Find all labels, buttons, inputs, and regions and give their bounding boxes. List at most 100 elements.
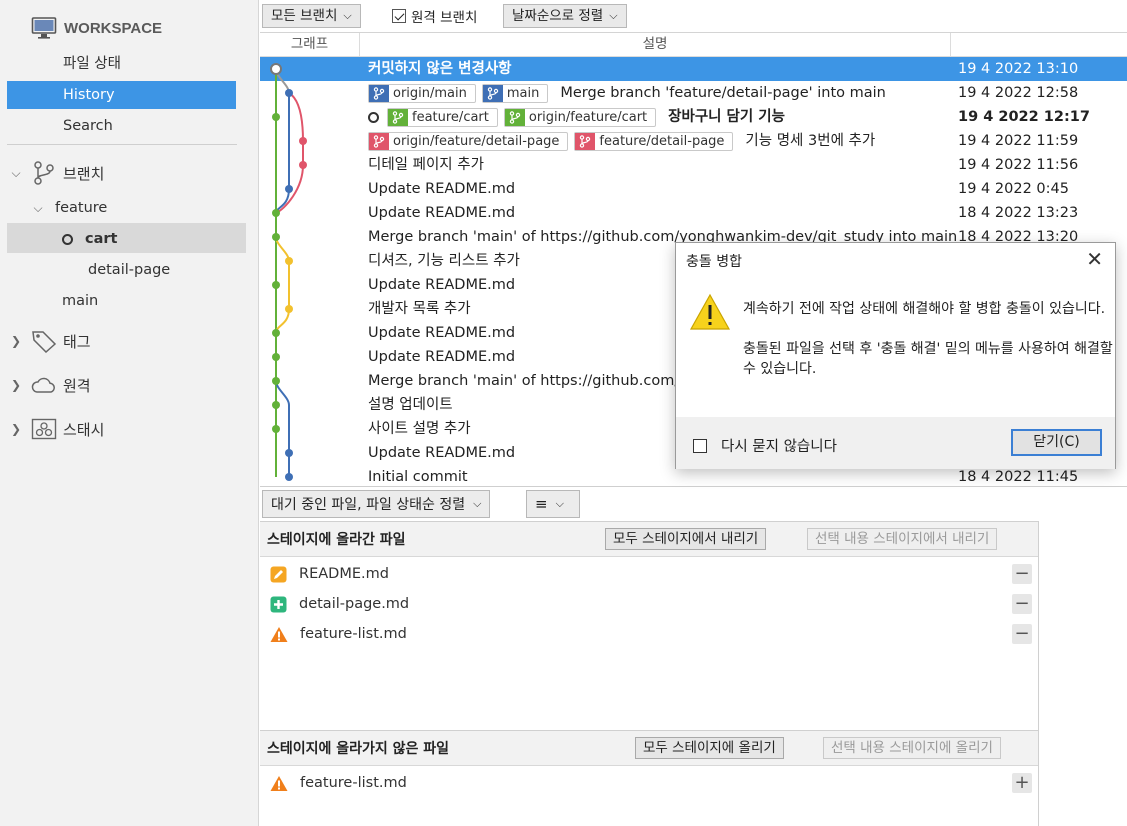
commit-message: 개발자 목록 추가 [368, 301, 471, 317]
conflict-icon [270, 626, 288, 643]
sidebar-item-history[interactable]: History [7, 81, 236, 109]
branch-tag[interactable]: origin/main [368, 83, 476, 103]
stage-file-button[interactable]: + [1012, 773, 1032, 793]
commit-node [299, 161, 307, 169]
commit-date: 19 4 2022 13:10 [958, 61, 1079, 77]
sidebar-item-search[interactable]: Search [7, 112, 236, 140]
sidebar-group-remotes[interactable]: ❯ 원격 [7, 370, 247, 400]
stage-all-button[interactable]: 모두 스테이지에 올리기 [635, 737, 784, 759]
file-name: feature-list.md [300, 626, 407, 642]
branch-tag[interactable]: feature/detail-page [574, 131, 734, 151]
remote-branch-label: 원격 브랜치 [411, 10, 478, 26]
branch-tag[interactable]: main [481, 83, 549, 103]
branch-folder-label: feature [55, 200, 108, 216]
branch-item-detail-page[interactable]: detail-page [88, 255, 170, 285]
commit-row[interactable]: origin/main main Merge branch 'feature/det… [260, 81, 1127, 105]
commit-description: Update README.md [368, 273, 515, 297]
commit-row[interactable]: Update README.md 19 4 2022 0:45 [260, 177, 1127, 201]
cloud-icon [31, 372, 57, 398]
checkbox-unchecked-icon[interactable] [693, 438, 707, 453]
column-header-date[interactable] [951, 33, 1127, 57]
unstage-all-button[interactable]: 모두 스테이지에서 내리기 [605, 528, 767, 550]
commit-message: 커밋하지 않은 변경사항 [368, 61, 512, 77]
branch-folder-feature[interactable]: ⌵ feature [30, 193, 270, 223]
commit-node [285, 473, 293, 481]
chevron-down-icon: ⌵ [609, 9, 618, 22]
dont-ask-checkbox[interactable]: 다시 묻지 않습니다 [693, 435, 837, 456]
commit-row[interactable]: feature/cart origin/feature/cart 장바구니 담기 기… [260, 105, 1127, 129]
branch-tag[interactable]: origin/feature/detail-page [368, 131, 569, 151]
unstage-file-button[interactable]: − [1012, 624, 1032, 644]
view-mode-dropdown[interactable]: ≡ ⌵ [526, 490, 580, 518]
close-icon[interactable]: ✕ [1086, 247, 1103, 271]
added-icon [270, 596, 287, 613]
commit-node [272, 233, 280, 241]
commit-description: 커밋하지 않은 변경사항 [368, 57, 512, 81]
branch-tag-label: feature/detail-page [599, 133, 725, 149]
remote-branch-checkbox[interactable]: 원격 브랜치 [392, 6, 477, 26]
sidebar-divider [7, 144, 237, 145]
commit-node [285, 185, 293, 193]
commit-date: 19 4 2022 12:17 [958, 109, 1090, 125]
warning-icon [689, 293, 731, 330]
branch-item-main[interactable]: main [62, 286, 98, 316]
branch-tag[interactable]: origin/feature/cart [503, 107, 657, 127]
tag-icon [31, 328, 57, 354]
chevron-right-icon[interactable]: ❯ [7, 422, 25, 436]
sort-order-dropdown[interactable]: 날짜순으로 정렬 ⌵ [503, 4, 627, 28]
commit-description: Initial commit [368, 465, 468, 486]
commit-date: 18 4 2022 13:23 [958, 205, 1079, 221]
list-icon: ≡ [535, 495, 548, 513]
dialog-footer: 다시 묻지 않습니다 닫기(C) [676, 417, 1115, 469]
dialog-close-button[interactable]: 닫기(C) [1011, 429, 1102, 456]
column-header-graph[interactable]: 그래프 [260, 33, 360, 57]
branch-tag-label: feature/cart [412, 109, 489, 125]
file-row[interactable]: README.md [270, 562, 389, 586]
branch-tag-label: main [506, 85, 540, 101]
file-row[interactable]: detail-page.md [270, 592, 409, 616]
commit-row[interactable]: origin/feature/detail-page feature/detail… [260, 129, 1127, 153]
file-row[interactable]: feature-list.md [270, 622, 407, 646]
commit-node [272, 377, 280, 385]
branch-selection-highlight [7, 223, 246, 253]
sidebar-group-tags[interactable]: ❯ 태그 [7, 326, 247, 356]
branch-filter-label: 모든 브랜치 [271, 8, 338, 24]
commit-row[interactable]: 커밋하지 않은 변경사항 19 4 2022 13:10 [260, 57, 1127, 81]
remotes-label: 원격 [63, 376, 91, 395]
commit-node [272, 113, 280, 121]
pane-right-border [1038, 521, 1039, 826]
chevron-down-icon[interactable]: ⌵ [7, 166, 25, 181]
commit-row[interactable]: Update README.md 18 4 2022 13:23 [260, 201, 1127, 225]
unstage-file-button[interactable]: − [1012, 594, 1032, 614]
commit-message: Update README.md [368, 205, 516, 221]
file-row[interactable]: feature-list.md [270, 771, 407, 795]
sidebar-group-branches[interactable]: ⌵ 브랜치 [7, 158, 247, 188]
unstaged-title: 스테이지에 올라가지 않은 파일 [267, 741, 450, 757]
chevron-right-icon[interactable]: ❯ [7, 334, 25, 348]
column-header-description[interactable]: 설명 [360, 33, 951, 57]
stage-selected-button[interactable]: 선택 내용 스테이지에 올리기 [823, 737, 1001, 759]
chevron-right-icon[interactable]: ❯ [7, 378, 25, 392]
checkbox-checked-icon[interactable] [392, 9, 406, 23]
branch-tag-label: origin/main [393, 85, 467, 101]
branch-item-cart[interactable]: cart [62, 224, 117, 254]
branch-tag[interactable]: feature/cart [387, 107, 498, 127]
commit-date: 19 4 2022 11:56 [958, 157, 1079, 173]
monitor-icon [31, 17, 57, 39]
commit-message: 디테일 페이지 추가 [368, 157, 484, 173]
chevron-down-icon[interactable]: ⌵ [29, 201, 47, 216]
commit-row[interactable]: 디테일 페이지 추가 19 4 2022 11:56 [260, 153, 1127, 177]
commit-message: 디셔즈, 기능 리스트 추가 [368, 253, 520, 269]
unstage-selected-button[interactable]: 선택 내용 스테이지에서 내리기 [807, 528, 998, 550]
branch-tag-label: origin/feature/detail-page [393, 133, 560, 149]
commit-message: Update README.md [368, 445, 516, 461]
branch-icon [388, 108, 408, 126]
commit-description: 개발자 목록 추가 [368, 297, 471, 321]
sidebar-item-file-status[interactable]: 파일 상태 [7, 50, 236, 78]
sidebar-group-stash[interactable]: ❯ 스태시 [7, 414, 247, 444]
branch-icon [369, 84, 389, 102]
file-sort-dropdown[interactable]: 대기 중인 파일, 파일 상태순 정렬 ⌵ [262, 490, 491, 518]
branch-filter-dropdown[interactable]: 모든 브랜치 ⌵ [262, 4, 361, 28]
unstage-file-button[interactable]: − [1012, 564, 1032, 584]
dialog-message-line-2: 충돌된 파일을 선택 후 '충돌 해결' 밑의 메뉴를 사용하여 해결할 수 있… [743, 341, 1113, 377]
